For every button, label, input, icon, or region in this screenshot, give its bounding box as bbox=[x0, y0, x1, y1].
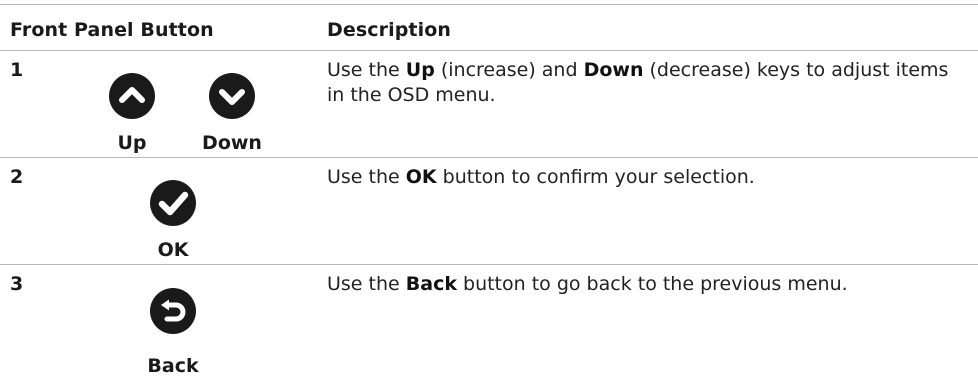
back-button-label: Back bbox=[147, 355, 199, 377]
ok-button-label: OK bbox=[157, 239, 189, 261]
description-keyword: Up bbox=[405, 59, 435, 81]
header-bottom-rule bbox=[0, 50, 978, 51]
header-description: Description bbox=[327, 19, 451, 41]
row-divider bbox=[0, 157, 978, 158]
header-front-panel-button: Front Panel Button bbox=[10, 19, 214, 41]
description-text: Use the bbox=[327, 273, 406, 295]
row-number: 2 bbox=[10, 166, 24, 188]
description-text: button to confirm your selection. bbox=[436, 166, 755, 188]
chevron-down-icon bbox=[209, 73, 255, 119]
chevron-up-icon bbox=[109, 73, 155, 119]
row-number: 1 bbox=[10, 59, 24, 81]
description-keyword: Down bbox=[583, 59, 644, 81]
description-text: (increase) and bbox=[434, 59, 584, 81]
row-description: Use the OK button to confirm your select… bbox=[327, 165, 957, 190]
description-text: Use the bbox=[327, 59, 406, 81]
description-text: button to go back to the previous menu. bbox=[456, 273, 848, 295]
row-description: Use the Back button to go back to the pr… bbox=[327, 272, 957, 297]
description-keyword: Back bbox=[405, 273, 457, 295]
description-keyword: OK bbox=[405, 166, 437, 188]
description-text: Use the bbox=[327, 166, 406, 188]
button-description-table: Front Panel Button Description 1 Up Down… bbox=[0, 0, 978, 381]
table-top-rule bbox=[0, 4, 978, 5]
row-number: 3 bbox=[10, 273, 24, 295]
row-divider bbox=[0, 264, 978, 265]
back-arrow-icon bbox=[150, 288, 196, 334]
checkmark-icon bbox=[150, 180, 196, 226]
down-button-label: Down bbox=[202, 132, 262, 154]
row-description: Use the Up (increase) and Down (decrease… bbox=[327, 58, 957, 108]
up-button-label: Up bbox=[117, 132, 147, 154]
